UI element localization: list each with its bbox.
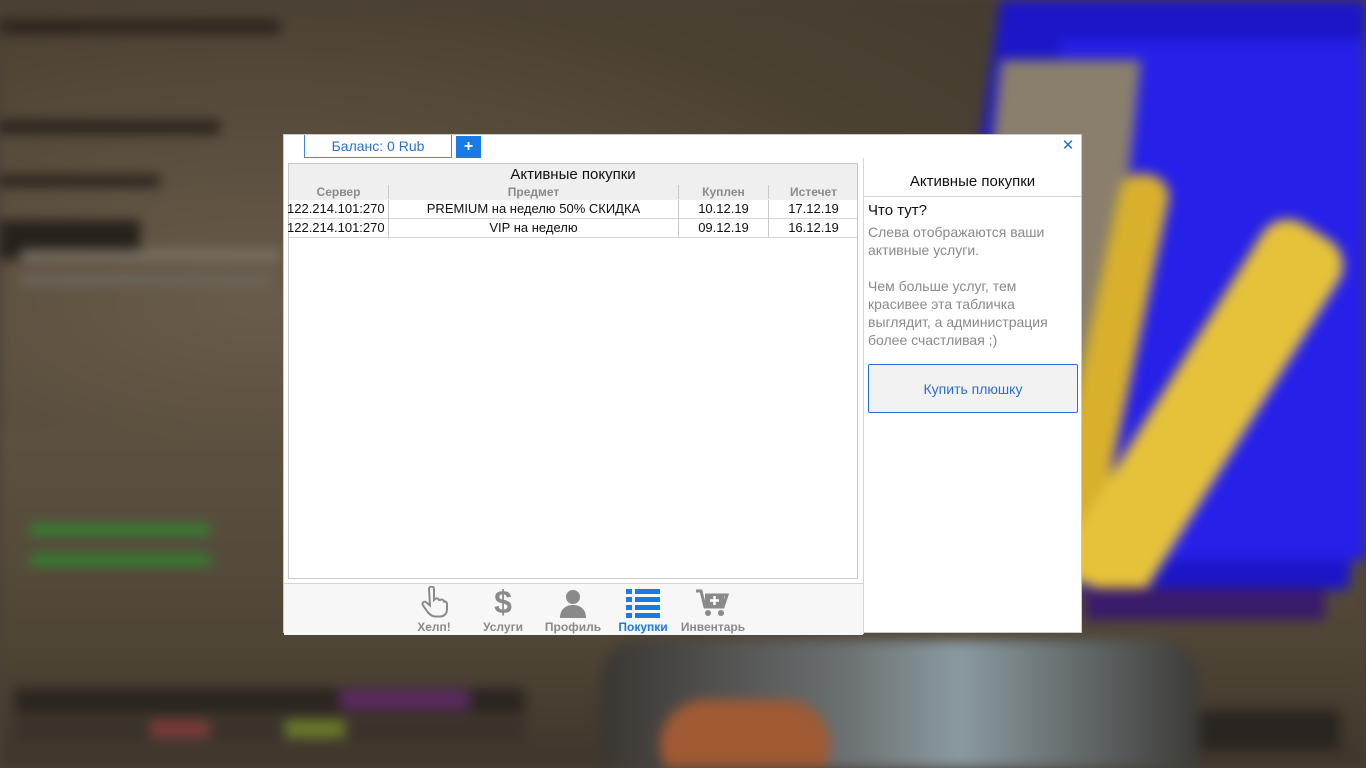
cart-plus-icon (678, 586, 748, 618)
nav-label: Хелп! (417, 620, 451, 634)
sidebar-question: Что тут? (868, 202, 927, 219)
nav-inventory[interactable]: Инвентарь (678, 586, 748, 634)
sidebar-title: Активные покупки (909, 173, 1036, 190)
buy-button[interactable]: Купить плюшку (868, 364, 1078, 413)
close-icon[interactable]: ✕ (1061, 138, 1075, 153)
shop-window: Баланс: 0 Rub + ✕ Активные покупки Серве… (283, 134, 1082, 635)
nav-services[interactable]: $ Услуги (468, 586, 538, 634)
table-row[interactable]: 122.214.101:270 VIP на неделю 09.12.19 1… (287, 219, 858, 238)
sidebar-text: Слева отображаются ваши активные услуги. (868, 224, 1045, 258)
hand-pointer-icon (399, 586, 469, 618)
nav-label: Инвентарь (680, 620, 746, 634)
column-header-bought[interactable]: Куплен (678, 185, 768, 199)
purchases-table: Активные покупки Сервер Предмет Куплен И… (287, 163, 858, 579)
nav-label: Профиль (544, 620, 602, 634)
table-row[interactable]: 122.214.101:270 PREMIUM на неделю 50% СК… (287, 200, 858, 219)
list-icon (608, 586, 678, 618)
cell-expires: 16.12.19 (768, 219, 858, 237)
user-icon (538, 586, 608, 618)
cell-bought: 09.12.19 (678, 219, 768, 237)
column-header-server[interactable]: Сервер (289, 185, 388, 199)
sidebar-text: Чем больше услуг, тем красивее эта табли… (868, 278, 1048, 348)
cell-item: VIP на неделю (388, 219, 678, 237)
info-sidebar: Активные покупки Что тут? Слева отобража… (864, 158, 1081, 633)
dollar-icon: $ (494, 584, 512, 620)
bottom-nav: Хелп! $ Услуги Профиль Покупки Инвентарь (284, 583, 863, 635)
add-balance-button[interactable]: + (456, 136, 481, 158)
balance-tab[interactable]: Баланс: 0 Rub (304, 135, 452, 158)
nav-label: Покупки (618, 620, 668, 634)
nav-help[interactable]: Хелп! (399, 586, 469, 634)
nav-purchases[interactable]: Покупки (608, 586, 678, 634)
column-headers: Сервер Предмет Куплен Истечет (289, 185, 857, 199)
cell-item: PREMIUM на неделю 50% СКИДКА (388, 200, 678, 218)
cell-bought: 10.12.19 (678, 200, 768, 218)
column-header-expires[interactable]: Истечет (768, 185, 858, 199)
nav-profile[interactable]: Профиль (538, 586, 608, 634)
divider (864, 196, 1081, 197)
cell-server: 122.214.101:270 (287, 201, 385, 216)
cell-server: 122.214.101:270 (287, 220, 385, 235)
table-header: Активные покупки Сервер Предмет Куплен И… (289, 164, 857, 200)
cell-expires: 17.12.19 (768, 200, 858, 218)
table-title: Активные покупки (510, 166, 636, 183)
purchases-pane: Активные покупки Сервер Предмет Куплен И… (284, 158, 864, 635)
nav-label: Услуги (483, 620, 523, 634)
column-header-item[interactable]: Предмет (388, 185, 678, 199)
